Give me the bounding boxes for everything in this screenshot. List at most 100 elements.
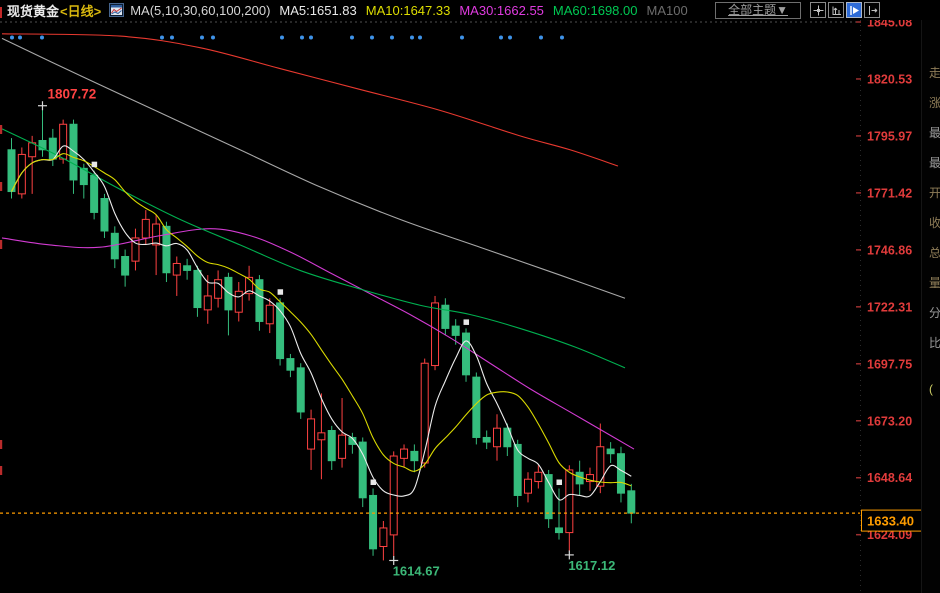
candle-body xyxy=(163,226,170,272)
candle-body xyxy=(494,428,501,447)
candlestick-chart[interactable]: 1845.081820.531795.971771.421746.861722.… xyxy=(0,20,940,593)
crosshair-icon[interactable] xyxy=(810,2,826,18)
candle-marker xyxy=(278,289,284,295)
clipped-quote-glyph: 走 xyxy=(929,64,940,81)
left-clipped-mark xyxy=(0,466,2,475)
candle-marker xyxy=(556,480,562,486)
candle-body xyxy=(328,431,335,461)
candle-body xyxy=(70,124,77,180)
event-dot xyxy=(160,36,164,40)
axis-label: 1845.08 xyxy=(867,20,912,30)
event-dot xyxy=(418,36,422,40)
clipped-quote-glyph: ( xyxy=(929,382,933,396)
candle-body xyxy=(607,449,614,454)
candle-body xyxy=(153,224,160,245)
candle-body xyxy=(122,257,129,276)
candle-body xyxy=(266,305,273,324)
event-dot xyxy=(350,36,354,40)
clipped-quote-glyph: 比 xyxy=(929,334,940,351)
candle-body xyxy=(204,296,211,310)
event-dot xyxy=(499,36,503,40)
left-clipped-mark xyxy=(0,440,2,449)
candle-body xyxy=(318,433,325,440)
event-dot xyxy=(390,36,394,40)
ma-values: MA5:1651.83MA10:1647.33MA30:1662.55MA60:… xyxy=(270,3,687,18)
clipped-quote-glyph: 涨 xyxy=(929,94,940,111)
event-dot xyxy=(18,36,22,40)
right-quote-strip: 走涨最最开收总量分比( xyxy=(921,0,940,593)
axis-label: 1722.31 xyxy=(867,300,912,314)
event-dot xyxy=(539,36,543,40)
candle-marker xyxy=(371,480,377,486)
candle-body xyxy=(194,270,201,307)
ma-line-ma30 xyxy=(2,229,634,449)
candle-body xyxy=(297,368,304,412)
candle-body xyxy=(411,451,418,460)
candle-body xyxy=(235,291,242,312)
axis-label: 1673.20 xyxy=(867,414,912,428)
event-dot xyxy=(460,36,464,40)
price-annotation: 1614.67 xyxy=(393,563,440,578)
event-dot xyxy=(309,36,313,40)
left-clipped-mark xyxy=(0,125,2,134)
event-dot xyxy=(10,36,14,40)
event-dot xyxy=(200,36,204,40)
axis-tick xyxy=(856,363,861,365)
event-dot xyxy=(211,36,215,40)
candle-body xyxy=(483,437,490,442)
axis-scale-icon[interactable] xyxy=(828,2,844,18)
candle-body xyxy=(463,333,470,375)
event-dot xyxy=(560,36,564,40)
ma-value-label: MA30:1662.55 xyxy=(459,3,544,18)
event-dots xyxy=(10,36,564,40)
candle-body xyxy=(370,495,377,548)
candle-body xyxy=(432,303,439,366)
candle-body xyxy=(18,154,25,193)
candle-body xyxy=(380,528,387,547)
candle-body xyxy=(545,475,552,519)
mini-chart-icon[interactable] xyxy=(109,3,124,17)
candle-body xyxy=(628,491,635,513)
clipped-quote-glyph: 总 xyxy=(929,244,940,261)
event-dot xyxy=(508,36,512,40)
axis-tick xyxy=(856,78,861,80)
candle-body xyxy=(452,326,459,335)
candle-body xyxy=(514,444,521,495)
axis-label: 1795.97 xyxy=(867,129,912,143)
candle-body xyxy=(597,447,604,486)
axis-label: 1820.53 xyxy=(867,72,912,86)
candle-body xyxy=(287,359,294,371)
clipped-quote-glyph: 分 xyxy=(929,304,940,321)
axis-label: 1771.42 xyxy=(867,186,912,200)
ma-value-label: MA60:1698.00 xyxy=(553,3,638,18)
candle-body xyxy=(184,266,191,271)
event-dot xyxy=(370,36,374,40)
axis-tick xyxy=(856,192,861,194)
ma-lines xyxy=(2,34,634,500)
playback-icon[interactable] xyxy=(846,2,862,18)
candle-body xyxy=(339,435,346,458)
axis-tick xyxy=(856,534,861,536)
candle-body xyxy=(617,454,624,493)
axis-tick xyxy=(856,477,861,479)
candle-body xyxy=(566,470,573,533)
chart-header: 现货黄金 <日线> MA(5,10,30,60,100,200) MA5:165… xyxy=(0,0,940,20)
chart-toolbar xyxy=(810,2,880,18)
event-dot xyxy=(170,36,174,40)
symbol-title: 现货黄金 xyxy=(7,1,59,20)
current-price-value: 1633.40 xyxy=(867,514,914,529)
candle-body xyxy=(401,449,408,458)
candle-body xyxy=(421,363,428,463)
candle-body xyxy=(8,150,15,192)
candle-body xyxy=(308,419,315,449)
axis-tick xyxy=(856,21,861,23)
candle-body xyxy=(473,377,480,437)
shift-right-icon[interactable] xyxy=(864,2,880,18)
axis-tick xyxy=(856,306,861,308)
candle-body xyxy=(535,472,542,481)
theme-selector-button[interactable]: 全部主题▼ xyxy=(715,2,801,19)
axis-tick xyxy=(856,249,861,251)
ma-value-label: MA5:1651.83 xyxy=(279,3,356,18)
event-dot xyxy=(300,36,304,40)
trading-chart-app: 现货黄金 <日线> MA(5,10,30,60,100,200) MA5:165… xyxy=(0,0,940,593)
